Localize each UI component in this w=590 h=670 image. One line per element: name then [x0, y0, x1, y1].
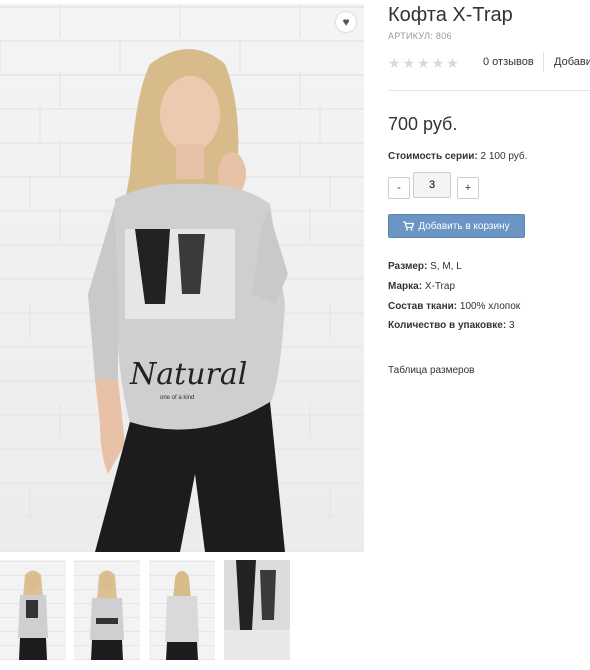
thumbnail-image: [18, 570, 48, 660]
series-price-value: 2 100 руб.: [480, 151, 528, 162]
thumbnail-2[interactable]: [74, 560, 140, 660]
star-icon[interactable]: ★: [446, 55, 459, 72]
spec-size: Размер: S, M, L: [388, 261, 462, 272]
quantity-increase-button[interactable]: +: [457, 177, 479, 199]
thumbnail-1[interactable]: [0, 560, 66, 660]
spec-label: Количество в упаковке:: [388, 320, 507, 331]
thumbnail-image: [90, 570, 124, 660]
spec-label: Состав ткани:: [388, 301, 458, 312]
spec-value: 3: [508, 320, 515, 331]
quantity-input[interactable]: [413, 172, 451, 198]
thumbnail-3[interactable]: [149, 560, 215, 660]
wishlist-heart-icon[interactable]: ♥: [336, 12, 356, 32]
product-main-photo[interactable]: Natural one of a kind ♥: [0, 4, 364, 552]
product-title: Кофта X-Trap: [388, 4, 513, 26]
product-price: 700 руб.: [388, 114, 458, 134]
product-sku: АРТИКУЛ: 806: [388, 31, 452, 41]
print-subtext: one of a kind: [160, 395, 194, 401]
add-to-cart-label: Добавить в корзину: [418, 220, 510, 232]
divider: [388, 90, 590, 91]
thumbnail-strip: [0, 560, 364, 670]
thumbnail-4[interactable]: [224, 560, 290, 660]
series-price: Стоимость серии: 2 100 руб.: [388, 151, 527, 162]
spec-label: Марка:: [388, 281, 423, 292]
rating-stars[interactable]: ★ ★ ★ ★ ★: [388, 55, 459, 72]
size-table-link[interactable]: Таблица размеров: [388, 365, 474, 376]
spec-label: Размер:: [388, 261, 428, 272]
spec-value: 100% хлопок: [459, 301, 521, 312]
spec-brand: Марка: X-Trap: [388, 281, 455, 292]
star-icon[interactable]: ★: [432, 55, 445, 72]
print-text: Natural: [129, 357, 247, 392]
add-to-cart-button[interactable]: Добавить в корзину: [388, 214, 525, 238]
series-price-label: Стоимость серии:: [388, 151, 478, 162]
thumbnail-image: [224, 560, 290, 660]
cart-icon: [403, 221, 415, 231]
thumbnail-image: [165, 571, 199, 660]
quantity-decrease-button[interactable]: -: [388, 177, 410, 199]
spec-value: X-Trap: [424, 281, 456, 292]
spec-pack-quantity: Количество в упаковке: 3: [388, 320, 515, 331]
model-illustration: Natural one of a kind: [0, 4, 331, 552]
star-icon[interactable]: ★: [417, 55, 430, 72]
add-review-link[interactable]: Добави: [554, 56, 590, 68]
reviews-count-link[interactable]: 0 отзывов: [483, 56, 534, 68]
star-icon[interactable]: ★: [388, 55, 401, 72]
divider: [543, 52, 544, 72]
spec-fabric: Состав ткани: 100% хлопок: [388, 301, 520, 312]
star-icon[interactable]: ★: [403, 55, 416, 72]
spec-value: S, M, L: [430, 261, 462, 272]
